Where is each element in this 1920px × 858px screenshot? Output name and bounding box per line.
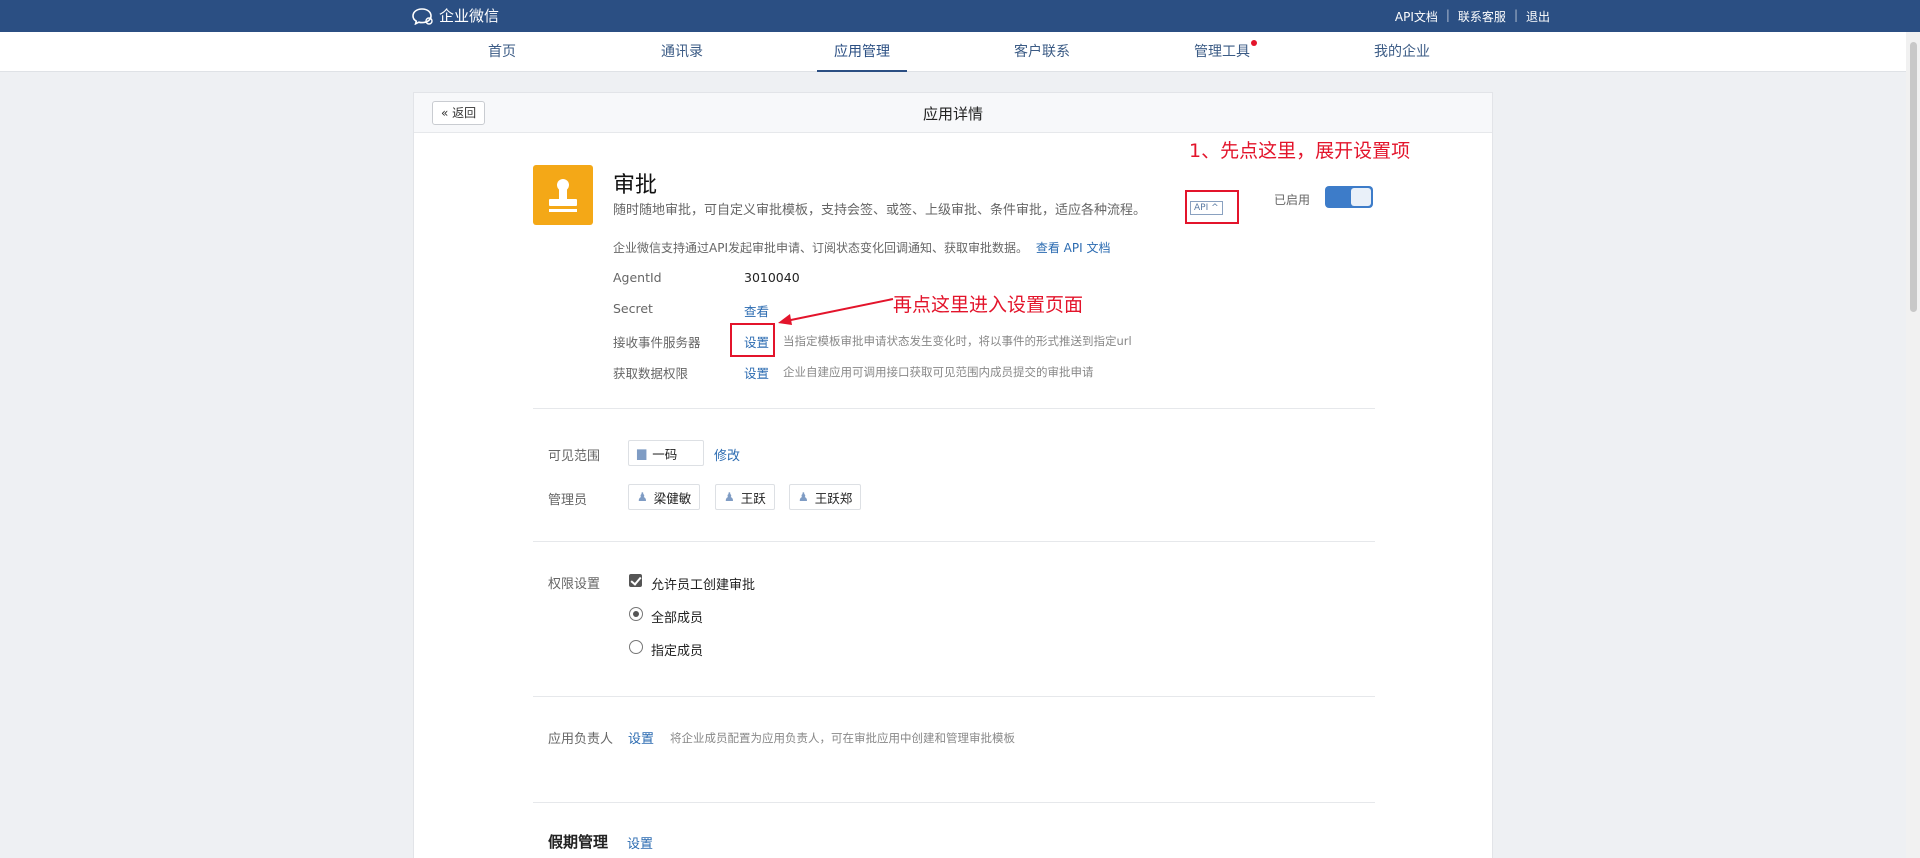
api-note: 企业微信支持通过API发起审批申请、订阅状态变化回调通知、获取审批数据。 查看 … bbox=[613, 239, 1110, 256]
nav-item-app-management[interactable]: 应用管理 bbox=[817, 32, 907, 72]
owner-setting-link[interactable]: 设置 bbox=[628, 728, 654, 747]
owner-hint: 将企业成员配置为应用负责人，可在审批应用中创建和管理审批模板 bbox=[670, 731, 1015, 745]
all-members-radio[interactable] bbox=[629, 607, 643, 621]
admins-label: 管理员 bbox=[548, 493, 588, 508]
event-server-highlight-box bbox=[730, 323, 775, 357]
admin-name: 王跃郑 bbox=[814, 490, 853, 506]
app-enable-toggle[interactable] bbox=[1325, 186, 1373, 208]
admin-chip: ♟ 王跃郑 bbox=[789, 484, 862, 510]
approval-app-icon bbox=[533, 165, 593, 225]
event-server-hint: 当指定模板审批申请状态发生变化时，将以事件的形式推送到指定url bbox=[783, 334, 1132, 348]
top-bar: 企业微信 API文档 | 联系客服 | 退出 bbox=[0, 0, 1920, 32]
section-divider bbox=[533, 541, 1375, 542]
brand-name: 企业微信 bbox=[439, 7, 500, 25]
enabled-label: 已启用 bbox=[1274, 193, 1311, 207]
allow-create-label: 允许员工创建审批 bbox=[651, 578, 756, 593]
all-members-label: 全部成员 bbox=[651, 611, 704, 626]
nav-item-contacts[interactable]: 通讯录 bbox=[637, 32, 727, 72]
scrollbar-thumb[interactable] bbox=[1910, 42, 1917, 312]
panel-header: « 返回 应用详情 bbox=[414, 93, 1492, 133]
brand-logo[interactable]: 企业微信 bbox=[412, 5, 499, 26]
admin-chip: ♟ 梁健敏 bbox=[628, 484, 701, 510]
link-separator: | bbox=[1513, 8, 1518, 22]
agentid-value: 3010040 bbox=[744, 270, 800, 285]
user-icon: ♟ bbox=[798, 490, 809, 504]
visibility-label: 可见范围 bbox=[548, 449, 601, 464]
specified-members-radio[interactable] bbox=[629, 640, 643, 654]
api-note-text: 企业微信支持通过API发起审批申请、订阅状态变化回调通知、获取审批数据。 bbox=[613, 241, 1028, 255]
app-detail-panel: « 返回 应用详情 审批 随时随地审批，可自定义审批模板，支持会签、或签、上级审… bbox=[413, 92, 1493, 858]
page-title: 应用详情 bbox=[922, 105, 983, 123]
api-doc-link[interactable]: API文档 bbox=[1395, 8, 1438, 25]
annotation-step2: 再点这里进入设置页面 bbox=[893, 294, 1084, 316]
view-secret-link[interactable]: 查看 bbox=[744, 301, 769, 320]
chat-bubble-icon bbox=[412, 7, 433, 25]
toggle-knob bbox=[1351, 188, 1371, 206]
notification-dot bbox=[1251, 40, 1257, 46]
holiday-setting-link[interactable]: 设置 bbox=[627, 833, 653, 852]
owner-label: 应用负责人 bbox=[548, 732, 614, 747]
top-links: API文档 | 联系客服 | 退出 bbox=[1395, 8, 1550, 25]
agentid-label: AgentId bbox=[613, 270, 662, 285]
permissions-label: 权限设置 bbox=[548, 577, 601, 592]
main-nav: 首页 通讯录 应用管理 客户联系 管理工具 我的企业 bbox=[0, 32, 1920, 72]
section-divider bbox=[533, 696, 1375, 697]
data-permission-hint: 企业自建应用可调用接口获取可见范围内成员提交的审批申请 bbox=[783, 365, 1094, 379]
annotation-arrow bbox=[778, 298, 894, 325]
link-separator: | bbox=[1445, 8, 1450, 22]
allow-create-checkbox[interactable] bbox=[629, 574, 642, 587]
user-icon: ♟ bbox=[637, 490, 648, 504]
logout-link[interactable]: 退出 bbox=[1526, 8, 1550, 25]
admin-chip: ♟ 王跃 bbox=[715, 484, 775, 510]
view-api-doc-link[interactable]: 查看 API 文档 bbox=[1036, 241, 1111, 255]
nav-item-my-enterprise[interactable]: 我的企业 bbox=[1357, 32, 1447, 72]
nav-item-customer-contact[interactable]: 客户联系 bbox=[997, 32, 1087, 72]
secret-label: Secret bbox=[613, 301, 653, 316]
nav-item-label: 管理工具 bbox=[1194, 44, 1250, 60]
contact-support-link[interactable]: 联系客服 bbox=[1458, 8, 1506, 25]
api-highlight-box bbox=[1185, 190, 1239, 224]
section-divider bbox=[533, 802, 1375, 803]
data-permission-setting-link[interactable]: 设置 bbox=[744, 363, 769, 382]
section-divider bbox=[533, 408, 1375, 409]
app-name: 审批 bbox=[613, 173, 658, 198]
stamp-icon bbox=[549, 179, 577, 212]
user-icon: ♟ bbox=[724, 490, 735, 504]
data-permission-label: 获取数据权限 bbox=[613, 366, 689, 381]
page-scrollbar[interactable] bbox=[1906, 32, 1920, 858]
admin-name: 梁健敏 bbox=[653, 490, 692, 506]
event-server-label: 接收事件服务器 bbox=[613, 335, 701, 350]
visibility-chip: ▆ 一码 bbox=[628, 440, 704, 466]
admin-name: 王跃 bbox=[740, 490, 766, 506]
edit-visibility-link[interactable]: 修改 bbox=[714, 445, 740, 464]
visibility-chip-label: 一码 bbox=[652, 446, 678, 462]
holiday-label: 假期管理 bbox=[548, 833, 609, 851]
folder-icon: ▆ bbox=[637, 446, 647, 460]
specified-members-label: 指定成员 bbox=[651, 644, 704, 659]
nav-item-management-tools[interactable]: 管理工具 bbox=[1177, 32, 1267, 72]
nav-item-home[interactable]: 首页 bbox=[457, 32, 547, 72]
annotation-step1: 1、先点这里，展开设置项 bbox=[1189, 140, 1411, 162]
app-description: 随时随地审批，可自定义审批模板，支持会签、或签、上级审批、条件审批，适应各种流程… bbox=[613, 203, 1147, 218]
